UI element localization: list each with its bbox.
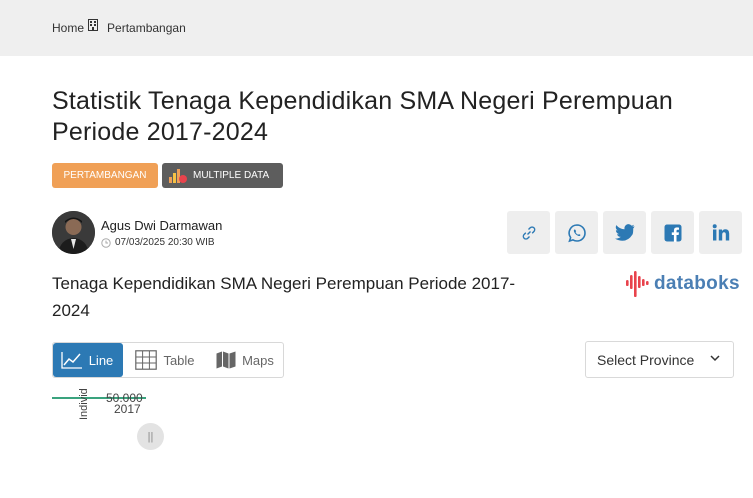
building-icon	[88, 19, 99, 31]
tab-table[interactable]: Table	[123, 343, 207, 377]
whatsapp-icon	[567, 223, 586, 242]
tab-table-label: Table	[163, 352, 195, 368]
share-linkedin-button[interactable]	[699, 211, 742, 254]
breadcrumb-home-link[interactable]: Home	[52, 21, 84, 35]
province-select-value: Select Province	[597, 351, 695, 368]
databoks-logo-text: databoks	[654, 273, 740, 294]
tab-maps-label: Maps	[242, 352, 274, 368]
publish-date: 07/03/2025 20:30 WIB	[101, 237, 215, 248]
breadcrumb-current[interactable]: Pertambangan	[107, 21, 186, 35]
y-axis-label: Individ	[78, 388, 90, 420]
databoks-logo[interactable]: databoks	[626, 271, 740, 297]
share-whatsapp-button[interactable]	[555, 211, 598, 254]
multiple-data-icon	[169, 168, 187, 183]
province-select[interactable]: Select Province	[585, 341, 734, 378]
tab-line[interactable]: Line	[53, 343, 123, 377]
author-name[interactable]: Agus Dwi Darmawan	[101, 218, 222, 233]
databoks-logo-icon	[626, 271, 649, 297]
x-tick-label: 2017	[114, 402, 141, 416]
share-link-button[interactable]	[507, 211, 550, 254]
line-chart-icon	[61, 352, 82, 369]
chart-view-tabs: Line Table Maps	[52, 342, 284, 378]
publish-date-text: 07/03/2025 20:30 WIB	[115, 237, 215, 248]
category-tag[interactable]: PERTAMBANGAN	[52, 163, 158, 188]
share-facebook-button[interactable]	[651, 211, 694, 254]
table-icon	[135, 350, 158, 370]
page-title: Statistik Tenaga Kependidikan SMA Negeri…	[52, 87, 674, 146]
twitter-icon	[614, 224, 634, 241]
multiple-data-label: MULTIPLE DATA	[193, 170, 270, 181]
link-icon	[522, 225, 535, 240]
breadcrumb: Home Pertambangan	[52, 19, 186, 35]
line-chart: Individ 50.000 2017	[52, 388, 146, 420]
chart-subtitle: Tenaga Kependidikan SMA Negeri Perempuan…	[52, 274, 516, 320]
tab-maps[interactable]: Maps	[207, 343, 283, 377]
linkedin-icon	[712, 224, 729, 241]
map-icon	[216, 351, 236, 369]
top-bar: Home Pertambangan	[0, 0, 753, 56]
tab-line-label: Line	[88, 352, 114, 368]
multiple-data-tag[interactable]: MULTIPLE DATA	[162, 163, 283, 188]
share-twitter-button[interactable]	[603, 211, 646, 254]
range-slider-handle[interactable]: ||	[137, 423, 164, 450]
chevron-down-icon	[710, 355, 720, 362]
avatar	[52, 211, 95, 254]
clock-icon	[101, 237, 111, 248]
facebook-icon	[664, 224, 681, 242]
